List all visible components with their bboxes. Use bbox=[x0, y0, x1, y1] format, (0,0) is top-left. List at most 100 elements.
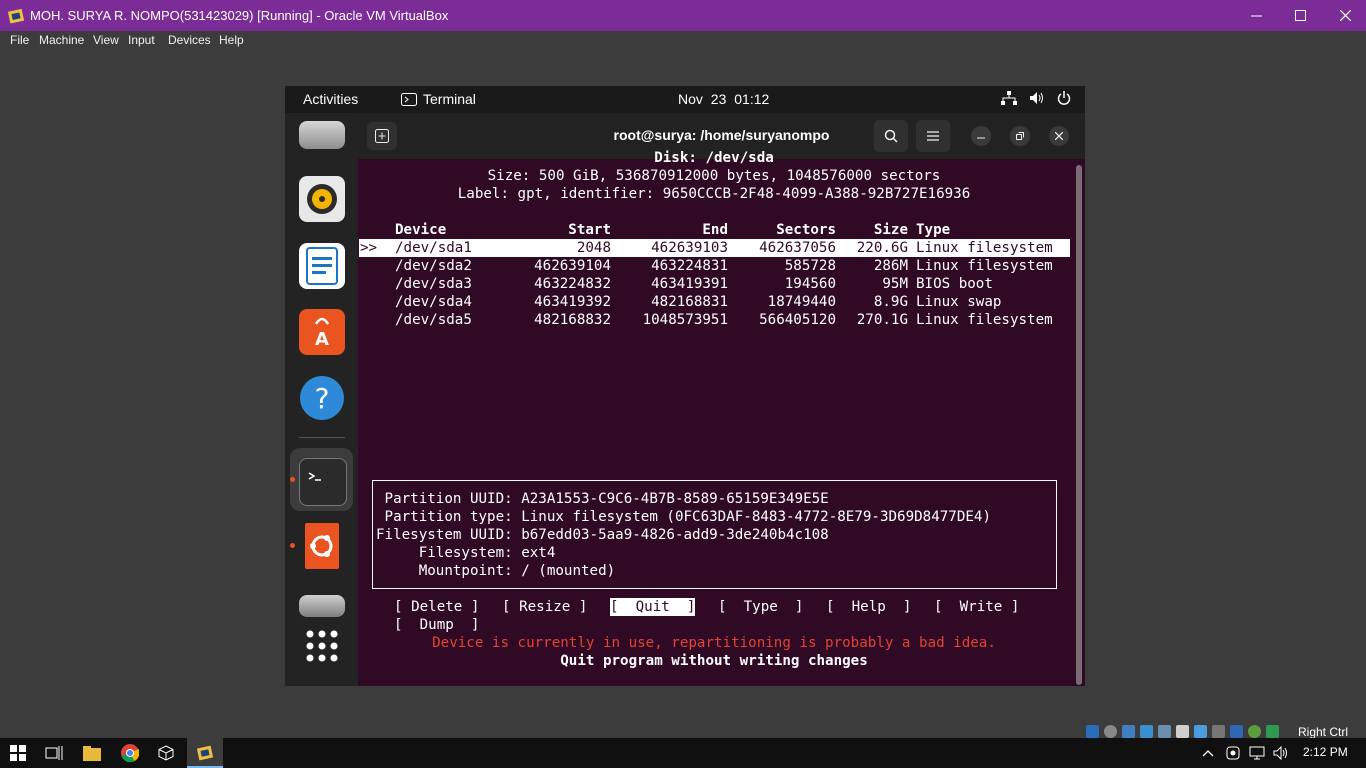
shared-folders-icon[interactable] bbox=[1176, 724, 1189, 738]
help-button[interactable]: [ Help ] bbox=[826, 598, 911, 616]
restore-icon bbox=[1016, 132, 1024, 140]
mouse-integration-icon[interactable] bbox=[1248, 724, 1261, 738]
col-type: Type bbox=[916, 222, 951, 238]
cell-size: 95M bbox=[882, 276, 908, 292]
dump-button[interactable]: [ Dump ] bbox=[394, 616, 479, 634]
show-applications-icon[interactable] bbox=[306, 630, 338, 662]
rhythmbox-icon[interactable] bbox=[299, 176, 345, 222]
partition-row[interactable]: /dev/sda2 462639104 463224831 585728 286… bbox=[359, 257, 1070, 275]
search-button[interactable] bbox=[874, 120, 908, 152]
app-indicator[interactable]: Terminal bbox=[401, 91, 476, 107]
running-indicator-ubuntu bbox=[290, 543, 295, 548]
minimize-button[interactable] bbox=[1233, 0, 1279, 31]
resize-button[interactable]: [ Resize ] bbox=[502, 598, 587, 616]
chrome-button[interactable] bbox=[112, 738, 148, 768]
ubuntu-logo-icon[interactable] bbox=[305, 523, 339, 569]
window-title: MOH. SURYA R. NOMPO(531423029) [Running]… bbox=[30, 8, 449, 23]
terminal-minimize-button[interactable] bbox=[971, 126, 991, 146]
cell-type: BIOS boot bbox=[916, 276, 993, 292]
keyboard-capture-icon[interactable] bbox=[1266, 724, 1279, 738]
usb-icon[interactable] bbox=[1158, 724, 1171, 738]
write-button[interactable]: [ Write ] bbox=[934, 598, 1019, 616]
audio-icon[interactable] bbox=[1122, 724, 1135, 738]
disk-size: Size: 500 GiB, 536870912000 bytes, 10485… bbox=[487, 168, 941, 184]
menu-help[interactable]: Help bbox=[219, 33, 244, 47]
hamburger-menu-icon bbox=[927, 131, 939, 141]
file-explorer-button[interactable] bbox=[74, 738, 110, 768]
partition-row[interactable]: /dev/sda5 482168832 1048573951 566405120… bbox=[359, 311, 1070, 329]
virtualbox-vm-button[interactable] bbox=[187, 738, 223, 768]
files-icon[interactable] bbox=[299, 121, 345, 149]
taskbar-clock[interactable]: 2:12 PM bbox=[1303, 745, 1348, 759]
cell-type: Linux filesystem bbox=[916, 312, 1053, 328]
tray-app-button[interactable] bbox=[1222, 738, 1244, 768]
menu-button[interactable] bbox=[916, 120, 950, 152]
partition-row[interactable]: /dev/sda4 463419392 482168831 18749440 8… bbox=[359, 293, 1070, 311]
network-adapter-icon[interactable] bbox=[1140, 724, 1153, 738]
menu-machine[interactable]: Machine bbox=[39, 33, 84, 47]
clock[interactable]: Nov 23 01:12 bbox=[678, 91, 769, 107]
show-hidden-icons-button[interactable] bbox=[1196, 738, 1220, 768]
menu-view[interactable]: View bbox=[93, 33, 119, 47]
cell-device: /dev/sda5 bbox=[395, 312, 472, 328]
system-tray[interactable] bbox=[1001, 91, 1071, 105]
terminal-close-button[interactable] bbox=[1049, 126, 1069, 146]
cell-start: 463224832 bbox=[534, 276, 611, 292]
partition-row[interactable]: /dev/sda3 463224832 463419391 194560 95M… bbox=[359, 275, 1070, 293]
vm-window-titlebar: MOH. SURYA R. NOMPO(531423029) [Running]… bbox=[0, 0, 1366, 31]
ethernet-icon bbox=[1249, 746, 1265, 760]
delete-button[interactable]: [ Delete ] bbox=[394, 598, 479, 616]
cell-end: 482168831 bbox=[651, 294, 728, 310]
hard-disk-icon[interactable] bbox=[1086, 724, 1099, 738]
terminal-restore-button[interactable] bbox=[1010, 126, 1030, 146]
display-icon[interactable] bbox=[1194, 724, 1207, 738]
maximize-button[interactable] bbox=[1277, 0, 1323, 31]
app-grid-icon bbox=[306, 630, 338, 662]
recording-icon[interactable] bbox=[1212, 724, 1225, 738]
close-icon bbox=[1339, 10, 1351, 21]
libreoffice-writer-icon[interactable] bbox=[299, 243, 345, 289]
virtualbox-manager-button[interactable] bbox=[148, 738, 184, 768]
drive-icon[interactable] bbox=[299, 595, 345, 617]
guest-display[interactable]: Activities Terminal Nov 23 01:12 A ? roo… bbox=[285, 86, 1085, 686]
cell-start: 482168832 bbox=[534, 312, 611, 328]
ubuntu-software-icon[interactable]: A bbox=[299, 309, 345, 355]
disk-name: Disk: /dev/sda bbox=[654, 150, 774, 166]
info-partition-type: Partition type: Linux filesystem (0FC63D… bbox=[376, 509, 991, 525]
terminal-window[interactable]: root@surya: /home/suryanompo Disk: /dev/… bbox=[358, 113, 1085, 686]
cell-end: 462639103 bbox=[651, 240, 728, 256]
cell-type: Linux swap bbox=[916, 294, 1002, 310]
menu-input[interactable]: Input bbox=[128, 33, 155, 47]
cell-end: 463224831 bbox=[651, 258, 728, 274]
activities-button[interactable]: Activities bbox=[303, 91, 358, 107]
running-indicator-terminal bbox=[290, 477, 295, 482]
help-icon[interactable]: ? bbox=[299, 375, 345, 421]
windows-taskbar: 2:12 PM bbox=[0, 738, 1366, 768]
type-button[interactable]: [ Type ] bbox=[718, 598, 803, 616]
ubuntu-circle-icon bbox=[310, 535, 333, 557]
menu-devices[interactable]: Devices bbox=[168, 33, 211, 47]
cell-size: 270.1G bbox=[856, 312, 908, 328]
cpu-icon[interactable] bbox=[1230, 724, 1243, 738]
optical-drive-icon[interactable] bbox=[1104, 724, 1117, 738]
col-device: Device bbox=[395, 222, 447, 238]
speaker-icon bbox=[1273, 746, 1287, 760]
ubuntu-dock: A ? bbox=[285, 113, 358, 686]
terminal-scrollbar[interactable] bbox=[1076, 165, 1082, 685]
volume-button[interactable] bbox=[1270, 738, 1292, 768]
task-view-button[interactable] bbox=[36, 738, 72, 768]
question-mark-icon: ? bbox=[300, 376, 344, 420]
table-header: Device Start End Sectors Size Type bbox=[359, 221, 1070, 239]
start-button[interactable] bbox=[0, 738, 36, 768]
shopping-bag-icon: A bbox=[314, 317, 330, 350]
terminal-icon bbox=[401, 92, 417, 106]
quit-button[interactable]: [ Quit ] bbox=[610, 598, 696, 616]
network-button[interactable] bbox=[1246, 738, 1268, 768]
menu-file[interactable]: File bbox=[10, 33, 29, 47]
cfdisk-screen[interactable]: Disk: /dev/sda Size: 500 GiB, 5368709120… bbox=[358, 150, 1070, 686]
cell-start: 463419392 bbox=[534, 294, 611, 310]
cell-size: 8.9G bbox=[873, 294, 908, 310]
partition-row-selected[interactable]: >> /dev/sda1 2048 462639103 462637056 22… bbox=[359, 239, 1070, 257]
terminal-app-icon[interactable] bbox=[299, 458, 347, 506]
close-button[interactable] bbox=[1322, 0, 1366, 31]
